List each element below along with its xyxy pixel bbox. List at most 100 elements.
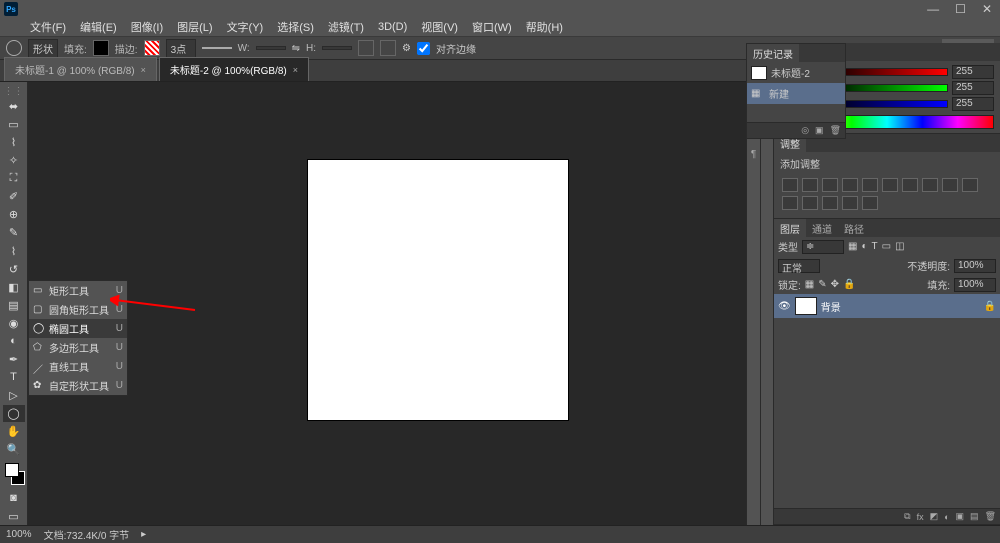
layers-tab[interactable]: 图层 (774, 219, 806, 237)
dodge-tool[interactable]: ◐ (3, 333, 25, 350)
menu-edit[interactable]: 编辑(E) (74, 17, 123, 37)
move-tool[interactable]: ⬌ (3, 98, 25, 115)
close-tab-icon[interactable]: × (141, 65, 146, 75)
camera-icon[interactable]: ◎ (801, 125, 809, 136)
opacity-input[interactable]: 100% (954, 259, 996, 273)
layer-kind-dropdown[interactable]: ≑ (802, 240, 844, 254)
window-maximize-button[interactable]: ☐ (951, 2, 970, 16)
filter-shape-icon[interactable]: ▭ (882, 241, 891, 252)
gradient-map-icon[interactable] (842, 196, 858, 210)
flyout-line-tool[interactable]: ／ 直线工具 U (29, 357, 127, 376)
document-info[interactable]: 文档:732.4K/0 字节 (44, 527, 130, 542)
marquee-tool[interactable]: ▭ (3, 116, 25, 133)
channels-tab[interactable]: 通道 (806, 219, 838, 237)
gear-icon[interactable]: ⚙ (402, 43, 411, 54)
selective-icon[interactable] (862, 196, 878, 210)
blur-tool[interactable]: ◉ (3, 315, 25, 332)
menu-image[interactable]: 图像(I) (125, 17, 169, 37)
gradient-tool[interactable]: ▤ (3, 297, 25, 314)
link-wh-icon[interactable]: ⇋ (292, 43, 300, 54)
toolbox-grip-icon[interactable]: ⋮⋮ (4, 86, 24, 97)
brightness-icon[interactable] (782, 178, 798, 192)
flyout-ellipse-tool[interactable]: ◯ 椭圆工具 U (29, 319, 127, 338)
menu-type[interactable]: 文字(Y) (221, 17, 270, 37)
trash-icon[interactable]: 🗑 (985, 511, 996, 522)
shape-tool-indicator-icon[interactable] (6, 40, 22, 56)
document-tab-2[interactable]: 未标题-2 @ 100%(RGB/8) × (159, 57, 309, 81)
lasso-tool[interactable]: ⌇ (3, 134, 25, 151)
hand-tool[interactable]: ✋ (3, 423, 25, 440)
bw-icon[interactable] (902, 178, 918, 192)
photo-filter-icon[interactable] (922, 178, 938, 192)
eraser-tool[interactable]: ◧ (3, 279, 25, 296)
stamp-tool[interactable]: ⌇ (3, 243, 25, 260)
shape-tool[interactable]: ◯ (3, 405, 25, 422)
menu-select[interactable]: 选择(S) (271, 17, 320, 37)
heal-tool[interactable]: ⊕ (3, 206, 25, 223)
flyout-polygon-tool[interactable]: ⬠ 多边形工具 U (29, 338, 127, 357)
screenmode-icon[interactable]: ▭ (3, 508, 25, 525)
threshold-icon[interactable] (822, 196, 838, 210)
width-input[interactable] (256, 46, 286, 50)
menu-filter[interactable]: 滤镜(T) (322, 17, 370, 37)
group-icon[interactable]: ▣ (956, 511, 965, 522)
filter-type-icon[interactable]: T (872, 241, 878, 252)
vibrance-icon[interactable] (862, 178, 878, 192)
new-snapshot-icon[interactable]: ▣ (815, 125, 824, 136)
r-value-input[interactable]: 255 (952, 65, 994, 79)
document-canvas[interactable] (308, 160, 568, 420)
lock-all-icon[interactable]: 🔒 (843, 279, 855, 290)
wand-tool[interactable]: ✧ (3, 152, 25, 169)
hue-icon[interactable] (882, 178, 898, 192)
foreground-color-swatch[interactable] (5, 463, 19, 477)
visibility-eye-icon[interactable]: 👁 (778, 301, 791, 312)
invert-icon[interactable] (782, 196, 798, 210)
menu-file[interactable]: 文件(F) (24, 17, 72, 37)
quickmask-icon[interactable]: ◙ (3, 490, 25, 507)
strip-icon[interactable]: ¶ (751, 149, 756, 160)
menu-view[interactable]: 视图(V) (415, 17, 464, 37)
channel-mixer-icon[interactable] (942, 178, 958, 192)
stroke-style-icon[interactable] (202, 47, 232, 49)
window-close-button[interactable]: ✕ (978, 2, 996, 16)
pen-tool[interactable]: ✒ (3, 351, 25, 368)
fill-input[interactable]: 100% (954, 278, 996, 292)
history-tab[interactable]: 历史记录 (747, 44, 799, 62)
align-edges-checkbox[interactable] (417, 42, 430, 55)
menu-help[interactable]: 帮助(H) (520, 17, 569, 37)
eyedropper-tool[interactable]: ✐ (3, 188, 25, 205)
mask-icon[interactable]: ◩ (930, 511, 939, 522)
new-layer-icon[interactable]: ▤ (970, 511, 979, 522)
type-tool[interactable]: T (3, 369, 25, 386)
history-doc-row[interactable]: 未标题-2 (747, 62, 845, 83)
filter-smart-icon[interactable]: ◫ (895, 241, 904, 252)
lock-position-icon[interactable]: ✥ (831, 279, 839, 290)
path-select-tool[interactable]: ▷ (3, 387, 25, 404)
zoom-tool[interactable]: 🔍 (3, 441, 25, 458)
lock-transparent-icon[interactable]: ▦ (805, 279, 814, 290)
shape-mode-dropdown[interactable]: 形状 (28, 39, 58, 58)
b-value-input[interactable]: 255 (952, 97, 994, 111)
lock-pixels-icon[interactable]: ✎ (818, 279, 826, 290)
curves-icon[interactable] (822, 178, 838, 192)
history-step[interactable]: ▦ 新建 (747, 83, 845, 104)
trash-icon[interactable]: 🗑 (830, 125, 841, 136)
filter-adjust-icon[interactable]: ◐ (861, 241, 867, 252)
menu-3d[interactable]: 3D(D) (372, 19, 413, 35)
stroke-width-input[interactable]: 3点 (166, 39, 196, 58)
menu-window[interactable]: 窗口(W) (466, 17, 518, 37)
lookup-icon[interactable] (962, 178, 978, 192)
path-ops-icon[interactable] (358, 40, 374, 56)
window-minimize-button[interactable]: — (923, 2, 943, 16)
history-brush-tool[interactable]: ↺ (3, 261, 25, 278)
posterize-icon[interactable] (802, 196, 818, 210)
height-input[interactable] (322, 46, 352, 50)
close-tab-icon[interactable]: × (293, 65, 298, 75)
zoom-level[interactable]: 100% (6, 529, 32, 540)
fx-icon[interactable]: fx (917, 512, 924, 522)
flyout-rounded-rect-tool[interactable]: ▢ 圆角矩形工具 U (29, 300, 127, 319)
paths-tab[interactable]: 路径 (838, 219, 870, 237)
blend-mode-dropdown[interactable]: 正常 (778, 259, 820, 273)
fill-swatch[interactable] (93, 40, 109, 56)
menu-layer[interactable]: 图层(L) (171, 17, 218, 37)
